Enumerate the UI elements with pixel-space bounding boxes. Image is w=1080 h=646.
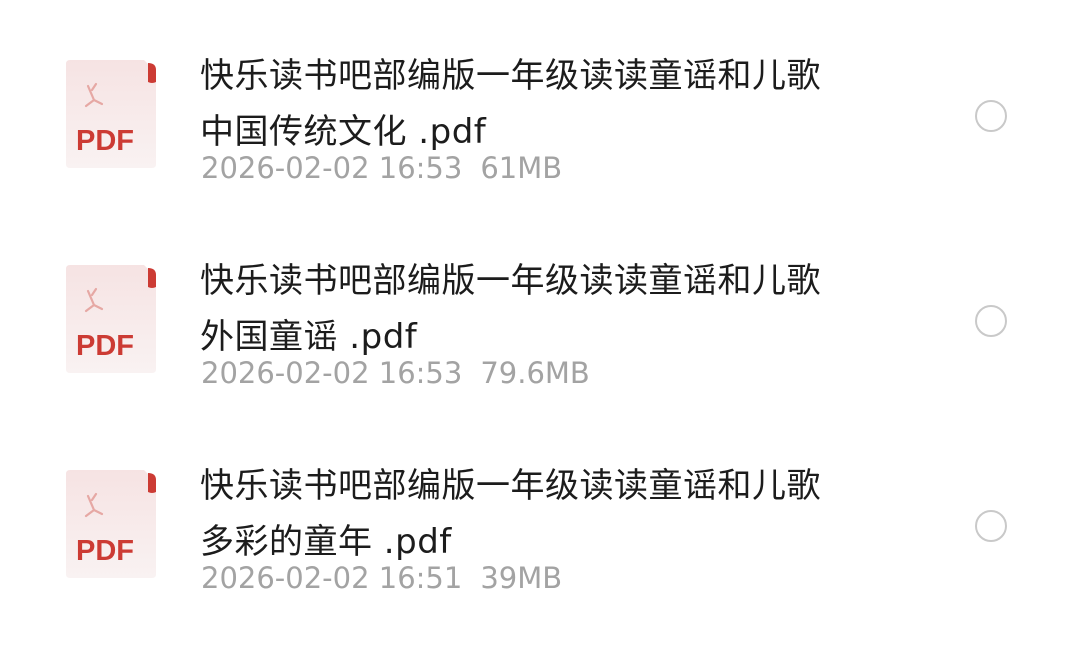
file-row[interactable]: PDF 快乐读书吧部编版一年级读读童谣和儿歌 多彩的童年 .pdf 2026-0… — [0, 438, 1080, 638]
select-radio[interactable] — [975, 100, 1007, 132]
file-name-line1: 快乐读书吧部编版一年级读读童谣和儿歌 — [200, 261, 821, 301]
file-date: 2026-02-02 16:51 — [201, 561, 463, 595]
file-name: 快乐读书吧部编版一年级读读童谣和儿歌 中国传统文化 .pdf — [200, 48, 900, 160]
pdf-file-icon: PDF — [66, 265, 156, 373]
file-name: 快乐读书吧部编版一年级读读童谣和儿歌 多彩的童年 .pdf — [200, 458, 900, 570]
file-meta: 2026-02-02 16:53 61MB — [201, 150, 562, 186]
pdf-icon-label: PDF — [76, 125, 134, 157]
select-radio[interactable] — [975, 510, 1007, 542]
select-radio[interactable] — [975, 305, 1007, 337]
file-meta: 2026-02-02 16:51 39MB — [201, 560, 562, 596]
file-row[interactable]: PDF 快乐读书吧部编版一年级读读童谣和儿歌 中国传统文化 .pdf 2026-… — [0, 28, 1080, 228]
file-size: 61MB — [480, 151, 563, 185]
file-row[interactable]: PDF 快乐读书吧部编版一年级读读童谣和儿歌 外国童谣 .pdf 2026-02… — [0, 233, 1080, 433]
file-name-line1: 快乐读书吧部编版一年级读读童谣和儿歌 — [200, 56, 821, 96]
file-list: PDF 快乐读书吧部编版一年级读读童谣和儿歌 中国传统文化 .pdf 2026-… — [0, 0, 1080, 646]
pdf-icon-label: PDF — [76, 535, 134, 567]
pdf-icon-label: PDF — [76, 330, 134, 362]
file-size: 39MB — [480, 561, 563, 595]
file-date: 2026-02-02 16:53 — [201, 356, 463, 390]
file-size: 79.6MB — [480, 356, 590, 390]
file-name: 快乐读书吧部编版一年级读读童谣和儿歌 外国童谣 .pdf — [200, 253, 900, 365]
pdf-file-icon: PDF — [66, 60, 156, 168]
pdf-file-icon: PDF — [66, 470, 156, 578]
file-date: 2026-02-02 16:53 — [201, 151, 463, 185]
file-meta: 2026-02-02 16:53 79.6MB — [201, 355, 590, 391]
file-name-line1: 快乐读书吧部编版一年级读读童谣和儿歌 — [200, 466, 821, 506]
